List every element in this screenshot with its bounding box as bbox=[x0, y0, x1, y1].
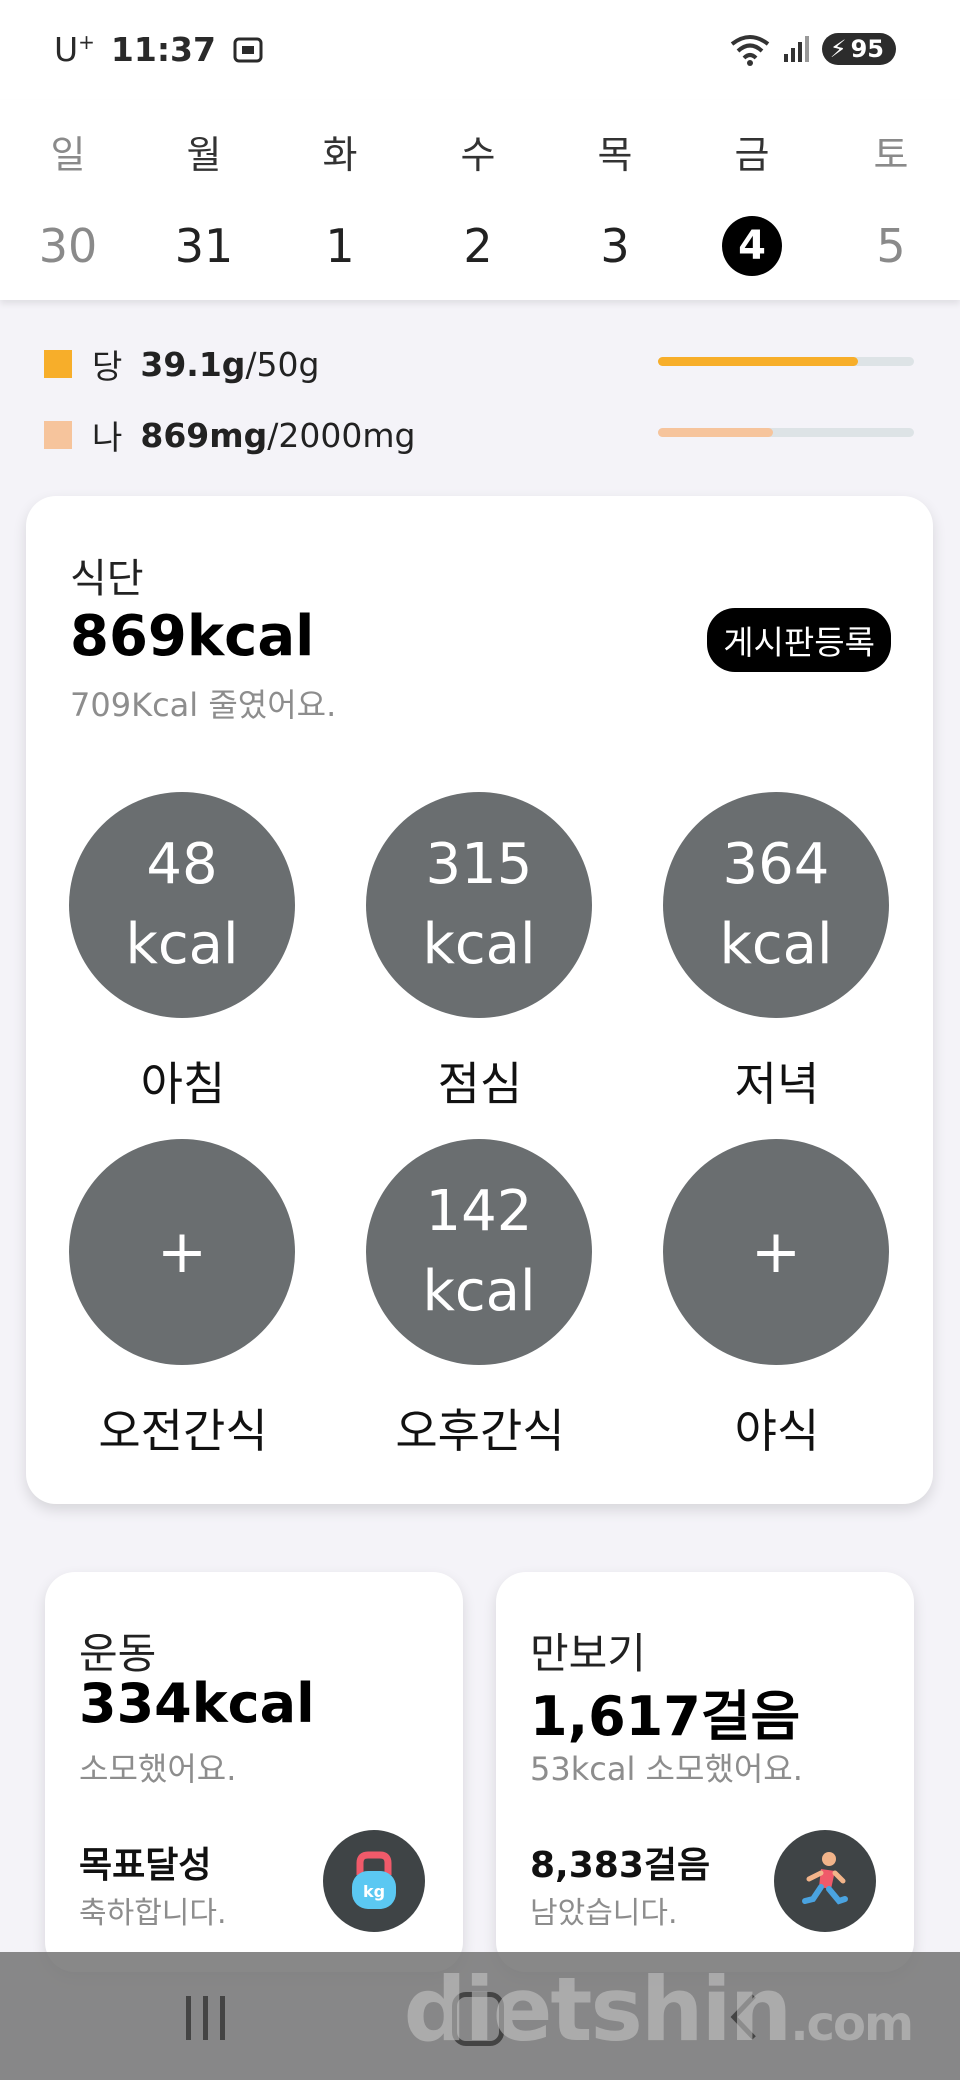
day-name: 일 bbox=[50, 133, 86, 177]
nutrient-name: 나 bbox=[92, 418, 123, 457]
battery-level: 95 bbox=[850, 35, 884, 63]
meal-morning-snack[interactable]: + 오전간식 bbox=[69, 1139, 297, 1461]
meal-label: 저녁 bbox=[734, 1057, 820, 1111]
day-number: 31 bbox=[174, 219, 234, 273]
diet-card[interactable]: 식단 869kcal 709Kcal 줄였어요. 게시판등록 48 kcal 아… bbox=[26, 496, 933, 1504]
diet-total-kcal: 869kcal bbox=[70, 604, 315, 669]
clock: 11:37 bbox=[110, 30, 216, 69]
meal-circle-add[interactable]: + bbox=[663, 1139, 889, 1365]
pedometer-subtitle: 53kcal 소모했어요. bbox=[530, 1750, 803, 1788]
nutrient-goal: /2000mg bbox=[267, 415, 416, 455]
wifi-icon bbox=[730, 35, 769, 66]
diet-subtitle: 709Kcal 줄였어요. bbox=[70, 686, 337, 724]
day-name: 화 bbox=[322, 133, 358, 177]
status-left: U+ 11:37 bbox=[54, 30, 264, 69]
status-bar: U+ 11:37 ⚡ 95 bbox=[0, 0, 960, 100]
day-name: 수 bbox=[460, 133, 496, 177]
meal-circle[interactable]: 142 kcal bbox=[366, 1139, 592, 1365]
day-name: 토 bbox=[873, 133, 909, 177]
carrier-label: U+ bbox=[54, 30, 95, 69]
meal-breakfast[interactable]: 48 kcal 아침 bbox=[69, 792, 297, 1114]
exercise-goal-status: 목표달성 bbox=[79, 1845, 212, 1886]
nutrient-value: 869mg bbox=[140, 415, 268, 455]
exercise-card[interactable]: 운동 334kcal 소모했어요. 목표달성 축하합니다. kg bbox=[45, 1572, 463, 1972]
day-number: 4 bbox=[722, 216, 782, 276]
runner-icon bbox=[774, 1830, 876, 1932]
meal-kcal-value: 142 bbox=[425, 1179, 533, 1244]
meal-kcal-value: 364 bbox=[722, 832, 830, 897]
day-number: 3 bbox=[600, 219, 630, 273]
watermark-logo: dietshin.com bbox=[403, 1958, 914, 2061]
meal-kcal-unit: kcal bbox=[422, 1259, 536, 1324]
battery-indicator: ⚡ 95 bbox=[821, 33, 896, 65]
pedometer-card[interactable]: 만보기 1,617걸음 53kcal 소모했어요. 8,383걸음 남았습니다. bbox=[496, 1572, 914, 1972]
meal-circle-add[interactable]: + bbox=[69, 1139, 295, 1365]
pedometer-remaining-label: 남았습니다. bbox=[530, 1896, 678, 1931]
day-number: 1 bbox=[325, 219, 355, 273]
plus-icon: + bbox=[750, 1217, 802, 1287]
sugar-progress-fill bbox=[658, 357, 858, 366]
system-nav-bar: dietshin.com bbox=[0, 1952, 960, 2080]
day-name: 금 bbox=[734, 133, 770, 177]
meal-label: 아침 bbox=[140, 1057, 226, 1111]
meal-kcal-unit: kcal bbox=[125, 912, 239, 977]
board-register-button[interactable]: 게시판등록 bbox=[707, 608, 891, 672]
meal-kcal-unit: kcal bbox=[422, 912, 536, 977]
meal-circle[interactable]: 48 kcal bbox=[69, 792, 295, 1018]
meal-kcal-unit: kcal bbox=[719, 912, 833, 977]
exercise-subtitle: 소모했어요. bbox=[79, 1750, 237, 1788]
sugar-progress-bar bbox=[658, 357, 914, 366]
plus-icon: + bbox=[156, 1217, 208, 1287]
meal-kcal-value: 48 bbox=[146, 832, 218, 897]
meal-kcal-value: 315 bbox=[425, 832, 533, 897]
svg-text:kg: kg bbox=[363, 1882, 385, 1901]
pedometer-remaining: 8,383걸음 bbox=[530, 1845, 711, 1886]
nutrient-row-sugar: 당 39.1g /50g bbox=[44, 344, 320, 386]
sugar-color-swatch bbox=[44, 350, 72, 378]
week-selector: 일 30 월 31 화 1 수 2 목 3 금 4 토 5 bbox=[0, 100, 960, 300]
recent-apps-button[interactable] bbox=[186, 1996, 225, 2040]
meal-lunch[interactable]: 315 kcal 점심 bbox=[366, 792, 594, 1114]
nutrient-value: 39.1g bbox=[140, 344, 246, 384]
kettlebell-icon: kg bbox=[323, 1830, 425, 1932]
meal-late-snack[interactable]: + 야식 bbox=[663, 1139, 891, 1461]
meal-label: 점심 bbox=[437, 1057, 523, 1111]
sodium-color-swatch bbox=[44, 421, 72, 449]
day-name: 목 bbox=[597, 133, 633, 177]
status-right: ⚡ 95 bbox=[728, 32, 896, 66]
exercise-kcal: 334kcal bbox=[79, 1672, 315, 1735]
meal-circle[interactable]: 364 kcal bbox=[663, 792, 889, 1018]
meal-afternoon-snack[interactable]: 142 kcal 오후간식 bbox=[366, 1139, 594, 1461]
day-number: 5 bbox=[876, 219, 906, 273]
meal-label: 야식 bbox=[734, 1404, 820, 1458]
charging-icon: ⚡ bbox=[829, 35, 847, 63]
nutrient-goal: /50g bbox=[245, 344, 320, 384]
pedometer-steps: 1,617걸음 bbox=[530, 1685, 801, 1748]
meal-label: 오전간식 bbox=[98, 1404, 268, 1458]
day-number: 30 bbox=[38, 219, 98, 273]
day-name: 월 bbox=[186, 133, 222, 177]
meal-circle[interactable]: 315 kcal bbox=[366, 792, 592, 1018]
meal-dinner[interactable]: 364 kcal 저녁 bbox=[663, 792, 891, 1114]
nutrient-name: 당 bbox=[92, 347, 123, 386]
signal-icon bbox=[783, 36, 809, 62]
exercise-goal-message: 축하합니다. bbox=[79, 1896, 227, 1931]
day-number: 2 bbox=[463, 219, 493, 273]
sodium-progress-bar bbox=[658, 428, 914, 437]
nutrient-row-sodium: 나 869mg /2000mg bbox=[44, 415, 416, 457]
diet-title: 식단 bbox=[70, 556, 144, 602]
sodium-progress-fill bbox=[658, 428, 774, 437]
meal-label: 오후간식 bbox=[395, 1404, 565, 1458]
screenshot-icon bbox=[233, 37, 263, 62]
